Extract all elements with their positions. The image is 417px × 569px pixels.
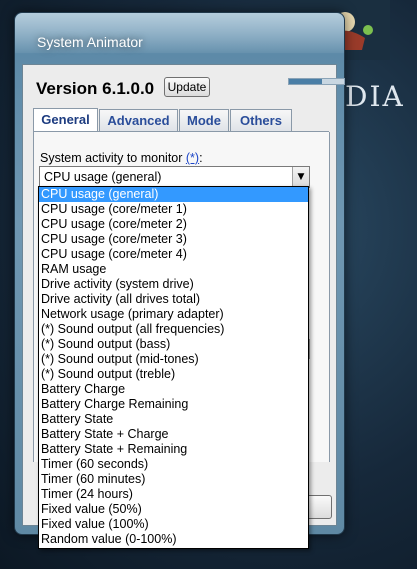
dropdown-option[interactable]: Fixed value (100%) <box>39 517 308 532</box>
dropdown-option[interactable]: (*) Sound output (bass) <box>39 337 308 352</box>
dropdown-option[interactable]: CPU usage (core/meter 2) <box>39 217 308 232</box>
wallpaper-text: DIA <box>345 80 405 113</box>
dropdown-option[interactable]: (*) Sound output (all frequencies) <box>39 322 308 337</box>
dropdown-option[interactable]: CPU usage (general) <box>39 187 308 202</box>
dropdown-option[interactable]: Fixed value (50%) <box>39 502 308 517</box>
dropdown-option[interactable]: Timer (60 seconds) <box>39 457 308 472</box>
dropdown-option[interactable]: CPU usage (core/meter 3) <box>39 232 308 247</box>
activity-label-suffix: : <box>199 151 203 165</box>
dropdown-option[interactable]: Network usage (primary adapter) <box>39 307 308 322</box>
activity-select[interactable]: CPU usage (general) ▼ <box>39 166 310 188</box>
dropdown-option[interactable]: RAM usage <box>39 262 308 277</box>
activity-select-value: CPU usage (general) <box>44 170 162 184</box>
dropdown-option[interactable]: Battery Charge Remaining <box>39 397 308 412</box>
dropdown-option[interactable]: (*) Sound output (treble) <box>39 367 308 382</box>
dropdown-option[interactable]: CPU usage (core/meter 1) <box>39 202 308 217</box>
dropdown-option[interactable]: Battery State + Remaining <box>39 442 308 457</box>
update-progress-bar <box>288 78 345 85</box>
tab-mode[interactable]: Mode <box>179 109 229 132</box>
dropdown-option[interactable]: Battery Charge <box>39 382 308 397</box>
dropdown-option[interactable]: CPU usage (core/meter 4) <box>39 247 308 262</box>
progress-fill <box>289 79 322 84</box>
dropdown-option[interactable]: Drive activity (system drive) <box>39 277 308 292</box>
tab-general[interactable]: General <box>33 108 98 133</box>
dropdown-option[interactable]: Timer (24 hours) <box>39 487 308 502</box>
version-label: Version 6.1.0.0 <box>36 79 155 98</box>
dropdown-option[interactable]: Battery State <box>39 412 308 427</box>
activity-help-link[interactable]: (*) <box>186 151 199 165</box>
activity-dropdown-list: CPU usage (general) CPU usage (core/meter… <box>38 186 309 549</box>
window-title: System Animator <box>37 34 143 50</box>
activity-label-text: System activity to monitor <box>40 151 183 165</box>
dropdown-option[interactable]: Drive activity (all drives total) <box>39 292 308 307</box>
tab-advanced[interactable]: Advanced <box>99 109 178 132</box>
dropdown-option[interactable]: Timer (60 minutes) <box>39 472 308 487</box>
activity-label: System activity to monitor (*): <box>40 151 203 165</box>
chevron-down-icon[interactable]: ▼ <box>292 167 309 187</box>
update-button[interactable]: Update <box>164 77 210 97</box>
dropdown-option[interactable]: Battery State + Charge <box>39 427 308 442</box>
dropdown-option[interactable]: (*) Sound output (mid-tones) <box>39 352 308 367</box>
dropdown-option[interactable]: Random value (0-100%) <box>39 532 308 547</box>
tab-others[interactable]: Others <box>230 109 292 132</box>
